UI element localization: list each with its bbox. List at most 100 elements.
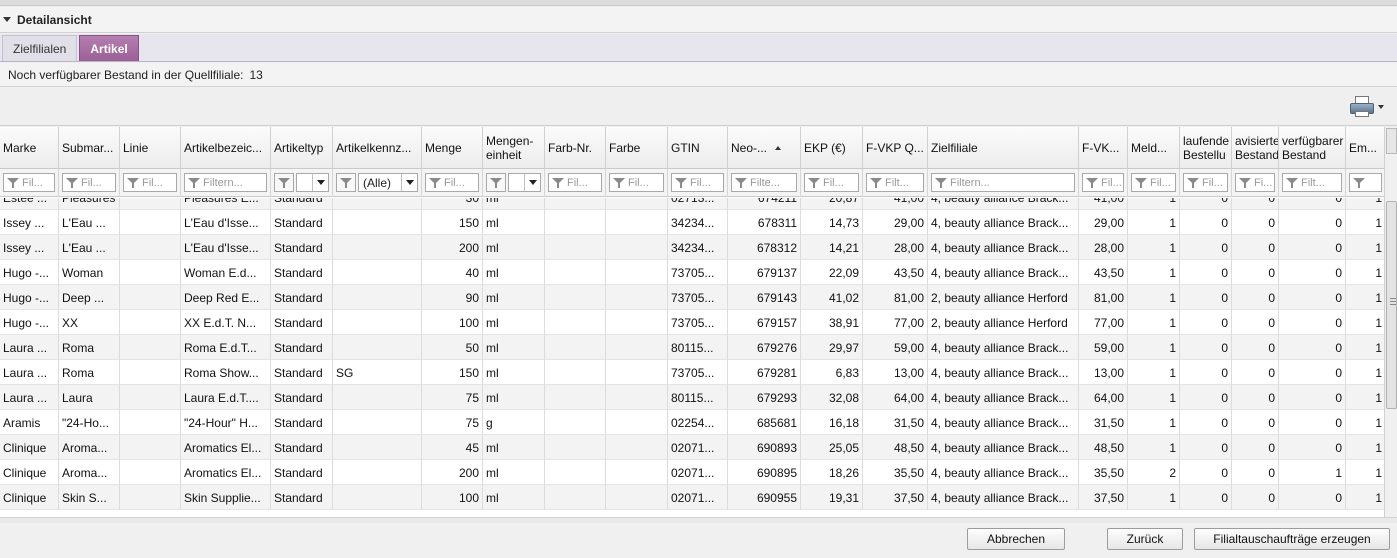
table-row[interactable]: Estee ...Pleasures Pleasures E...Standard… (0, 198, 1384, 210)
filter-input-meld[interactable]: Fil... (1131, 173, 1176, 192)
column-header-einheit[interactable]: Mengen- einheit (483, 127, 545, 169)
filter-input-neo[interactable]: Filte... (731, 173, 797, 192)
column-header-bez[interactable]: Artikelbezeic... (181, 127, 271, 169)
filter-icon (185, 174, 203, 191)
cell-farbnr (545, 410, 606, 435)
filter-input-submarke[interactable]: Fil... (62, 173, 116, 192)
column-header-submarke[interactable]: Submar... (59, 127, 120, 169)
table-row[interactable]: Issey ... L'Eau ... L'Eau d'Isse... Standar… (0, 210, 1384, 235)
filter-select-einheit[interactable] (508, 173, 541, 192)
filter-select-typ[interactable] (296, 173, 329, 192)
cell-em: 1 (1346, 460, 1384, 485)
filter-row: Fil... Fil... Fil... Filtern... (Alle) Fil...… (0, 169, 1386, 197)
cell-kennz (333, 285, 422, 310)
table-row[interactable]: Hugo -... Deep ... Deep Red E... Standard 90… (0, 285, 1384, 310)
filter-input-linie[interactable]: Fil... (123, 173, 177, 192)
filter-input-lauf[interactable]: Fil... (1183, 173, 1228, 192)
filter-mode-button[interactable] (336, 173, 356, 192)
cell-fvk: 43,50 (1079, 260, 1128, 285)
cancel-button[interactable]: Abbrechen (967, 528, 1065, 550)
cell-farbnr (545, 210, 606, 235)
column-header-farbe[interactable]: Farbe (606, 127, 668, 169)
table-row[interactable]: Clinique Skin S... Skin Supplie... Standard… (0, 485, 1384, 510)
tab-zielfilialen[interactable]: Zielfilialen (2, 35, 78, 61)
chevron-down-icon[interactable] (312, 174, 328, 191)
column-header-lauf[interactable]: laufende Bestellu (1180, 127, 1232, 169)
table-row[interactable]: Laura ... Roma Roma Show... Standard SG 150 ml… (0, 360, 1384, 385)
column-header-menge[interactable]: Menge (422, 127, 483, 169)
top-splitter[interactable] (0, 0, 1397, 6)
table-row[interactable]: Aramis "24-Ho... "24-Hour" H... Standard 75 g… (0, 410, 1384, 435)
column-header-fvkpq[interactable]: F-VKP Q... (863, 127, 928, 169)
filter-input-ziel[interactable]: Filtern... (931, 173, 1075, 192)
table-row[interactable]: Issey ... L'Eau ... L'Eau d'Isse... Standar… (0, 235, 1384, 260)
filter-input-gtin[interactable]: Fil... (671, 173, 724, 192)
collapse-triangle-icon[interactable] (3, 17, 11, 22)
column-header-verf[interactable]: verfügbarer Bestand (1279, 127, 1346, 169)
chevron-down-icon[interactable] (524, 174, 540, 191)
column-chooser-icon[interactable] (1386, 128, 1397, 154)
table-row[interactable]: Clinique Aroma... Aromatics El... Standard 2… (0, 460, 1384, 485)
column-header-label: Farbe (609, 141, 641, 155)
filter-placeholder: Fil... (567, 176, 588, 189)
column-header-fvk[interactable]: F-VK... (1079, 127, 1128, 169)
filter-input-bez[interactable]: Filtern... (184, 173, 267, 192)
cell-farbnr (545, 198, 606, 210)
filter-mode-button[interactable] (486, 173, 506, 192)
column-header-gtin[interactable]: GTIN (668, 127, 728, 169)
table-row[interactable]: Hugo -... XX XX E.d.T. N... Standard 100 ml 73… (0, 310, 1384, 335)
column-header-marke[interactable]: Marke (0, 127, 59, 169)
print-dropdown-arrow-icon[interactable] (1378, 105, 1384, 109)
scrollbar-thumb[interactable] (1386, 201, 1397, 409)
section-header[interactable]: Detailansicht (0, 7, 1397, 33)
column-header-ekp[interactable]: EKP (€) (801, 127, 863, 169)
column-header-avis[interactable]: avisierte Bestand (1232, 127, 1279, 169)
filter-input-farbnr[interactable]: Fil... (548, 173, 602, 192)
cell-ekp: 29,97 (801, 335, 863, 360)
filter-input-menge[interactable]: Fil... (425, 173, 479, 192)
cell-submarke: Laura (59, 385, 120, 410)
cell-verf: 0 (1279, 435, 1346, 460)
table-row[interactable]: Laura ... Roma Roma E.d.T... Standard 50 ml 80… (0, 335, 1384, 360)
cell-neo: 690955 (728, 485, 801, 510)
filter-input-fvkpq[interactable]: Filt... (866, 173, 924, 192)
back-button[interactable]: Zurück (1107, 528, 1183, 550)
column-header-farbnr[interactable]: Farb-Nr. (545, 127, 606, 169)
cell-lauf: 0 (1180, 198, 1232, 210)
filter-input-ekp[interactable]: Fil... (804, 173, 859, 192)
column-header-linie[interactable]: Linie (120, 127, 181, 169)
cell-submarke: Skin S... (59, 485, 120, 510)
cell-linie (120, 410, 181, 435)
column-header-ziel[interactable]: Zielfiliale (928, 127, 1079, 169)
tab-artikel[interactable]: Artikel (79, 35, 139, 61)
filter-input-verf[interactable]: Filt... (1282, 173, 1342, 192)
column-header-kennz[interactable]: Artikelkennz... (333, 127, 422, 169)
filter-input-farbe[interactable]: Fil... (609, 173, 664, 192)
chevron-down-icon[interactable] (401, 174, 417, 191)
column-header-neo[interactable]: Neo-... (728, 127, 801, 169)
table-row[interactable]: Laura ... Laura Laura E.d.T.... Standard 75 m… (0, 385, 1384, 410)
cell-ziel: 4, beauty alliance Brack... (928, 360, 1079, 385)
cell-lauf: 0 (1180, 485, 1232, 510)
printer-icon[interactable] (1350, 96, 1374, 118)
filter-input-marke[interactable]: Fil... (3, 173, 55, 192)
table-row[interactable]: Hugo -... Woman Woman E.d... Standard 40 ml 73… (0, 260, 1384, 285)
cell-fvkpq: 41,00 (863, 198, 928, 210)
cell-bez: Aromatics El... (181, 460, 271, 485)
filter-input-fvk[interactable]: Fil... (1082, 173, 1124, 192)
cell-fvkpq: 35,50 (863, 460, 928, 485)
cell-submarke: Pleasures (59, 198, 120, 210)
filter-input-avis[interactable]: Fi... (1235, 173, 1275, 192)
cell-neo: 679293 (728, 385, 801, 410)
filter-select-kennz[interactable]: (Alle) (358, 173, 418, 192)
vertical-scrollbar[interactable] (1384, 127, 1397, 517)
column-header-em[interactable]: Em... (1346, 127, 1386, 169)
filter-mode-button[interactable] (274, 173, 294, 192)
column-header-typ[interactable]: Artikeltyp (271, 127, 333, 169)
cell-farbe (606, 385, 668, 410)
table-row[interactable]: Clinique Aroma... Aromatics El... Standard 4… (0, 435, 1384, 460)
column-header-meld[interactable]: Meld... (1128, 127, 1180, 169)
filter-input-em[interactable] (1349, 173, 1382, 192)
cell-farbe (606, 460, 668, 485)
create-orders-button[interactable]: Filialtauschaufträge erzeugen (1194, 528, 1390, 550)
